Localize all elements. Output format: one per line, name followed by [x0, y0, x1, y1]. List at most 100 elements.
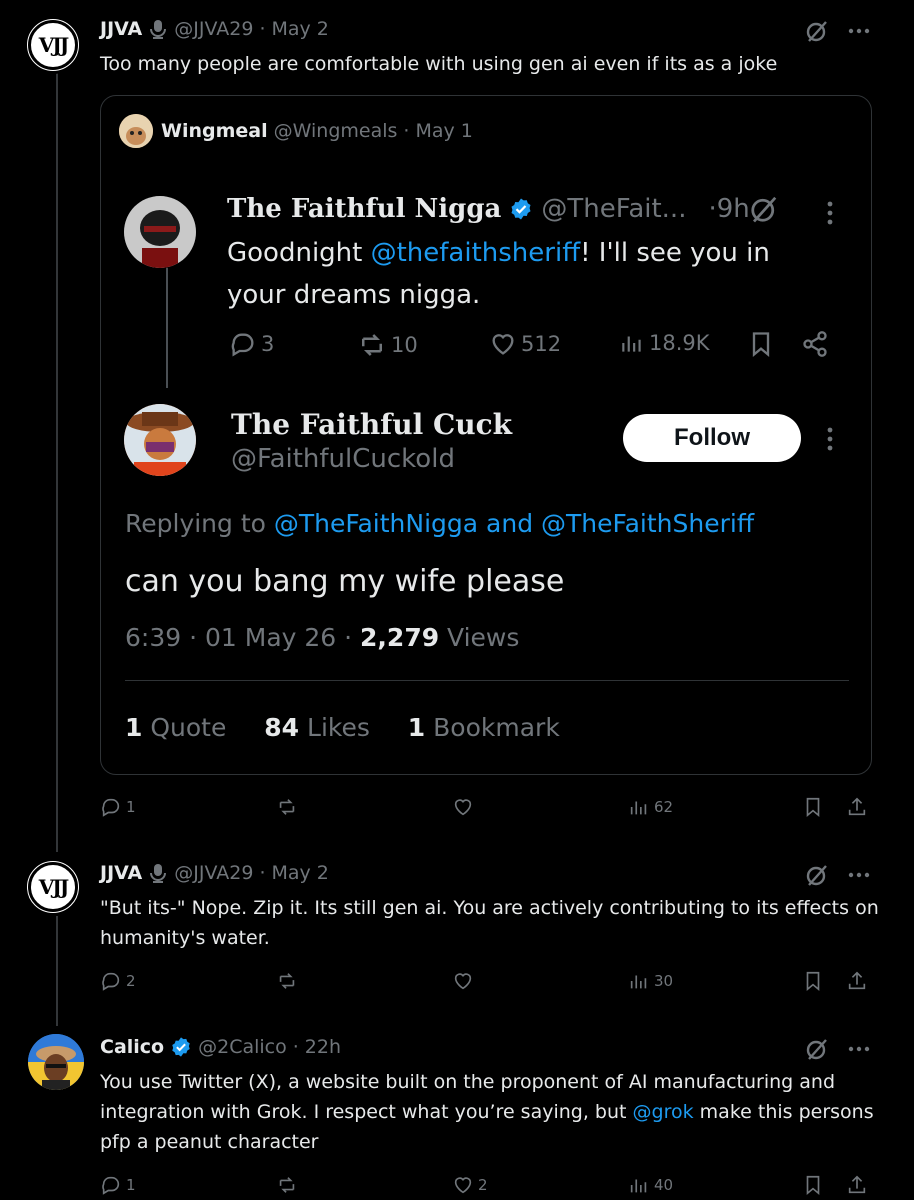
post-date[interactable]: May 2 [271, 18, 328, 40]
quoted-post-card[interactable]: Wingmeal @Wingmeals · May 1 The Faithful… [100, 95, 872, 775]
author-name: The Faithful Cuck [231, 408, 513, 441]
avatar [124, 196, 196, 268]
separator-dot: · [292, 1036, 299, 1058]
avatar-logo: VJJ [28, 20, 78, 70]
repost-button[interactable] [276, 796, 298, 818]
reply-post-handle-row: @FaithfulCuckold [231, 444, 455, 474]
grok-icon[interactable] [802, 16, 832, 46]
avatar[interactable]: VJJ [24, 858, 82, 916]
grok-icon[interactable] [802, 860, 832, 890]
more-vertical-icon [819, 196, 841, 230]
reply-icon [231, 333, 254, 357]
views-button[interactable]: 30 [628, 970, 673, 992]
avatar [119, 114, 153, 148]
mention-link[interactable]: @grok [633, 1101, 694, 1123]
author-handle: @TheFait... [541, 194, 687, 224]
action-bar: 1 62 [100, 796, 880, 826]
action-bar: 2 30 [100, 970, 880, 1000]
repost-button[interactable] [276, 1174, 298, 1196]
quote-header: Wingmeal @Wingmeals · May 1 [161, 120, 473, 142]
post-time: ·9h [708, 194, 750, 224]
reply-icon [102, 1176, 120, 1195]
reply-icon [102, 798, 120, 817]
like-button[interactable] [452, 796, 474, 818]
bookmark-icon [806, 1175, 820, 1196]
author-name[interactable]: Calico [100, 1036, 164, 1058]
post-header: Calico @2Calico · 22h [100, 1036, 341, 1058]
thread-line [56, 72, 58, 852]
author-handle[interactable]: @2Calico [198, 1036, 287, 1058]
post-text: "But its-" Nope. Zip it. Its still gen a… [100, 897, 879, 949]
heart-icon [454, 1177, 472, 1194]
author-handle: @FaithfulCuckold [231, 444, 455, 474]
mention-link: @TheFaithNigga [273, 509, 479, 538]
divider [125, 680, 849, 681]
separator-dot: · [403, 120, 410, 142]
repost-button[interactable] [276, 970, 298, 992]
share-icon [803, 331, 827, 357]
views-action: 18.9K [619, 330, 710, 356]
repost-action: 10 [357, 330, 418, 360]
grok-icon[interactable] [802, 1034, 832, 1064]
inner-post-text: Goodnight @thefaithsheriff! I'll see you… [227, 232, 827, 316]
views-count: 2,279 [360, 623, 440, 652]
bookmark-icon [806, 971, 820, 992]
author-name[interactable]: Wingmeal [161, 120, 268, 142]
action-bar: 1 2 40 [100, 1174, 880, 1200]
like-button[interactable] [452, 970, 474, 992]
views-button[interactable]: 40 [628, 1174, 673, 1196]
reply-button[interactable]: 1 [100, 1174, 136, 1196]
more-icon[interactable] [844, 860, 874, 890]
thread-line [56, 916, 58, 1026]
share-button[interactable] [846, 1174, 868, 1196]
post-date[interactable]: May 1 [415, 120, 472, 142]
bookmark-button[interactable] [802, 970, 824, 992]
author-name: The Faithful Nigga [227, 194, 502, 224]
reply-post-header: The Faithful Cuck [231, 408, 512, 441]
follow-button: Follow [623, 414, 801, 462]
share-action [801, 330, 829, 358]
bookmark-button[interactable] [802, 796, 824, 818]
author-name[interactable]: JJVA [100, 18, 142, 40]
reply-button[interactable]: 1 [100, 796, 136, 818]
author-name[interactable]: JJVA [100, 862, 142, 884]
share-icon [848, 797, 866, 816]
text-before: Goodnight [227, 238, 371, 268]
microphone-icon [148, 863, 168, 883]
post-text: You use Twitter (X), a website built on … [100, 1071, 874, 1153]
reply-post-stats: 1 Quote 84 Likes 1 Bookmark [125, 713, 560, 742]
share-button[interactable] [846, 970, 868, 992]
more-icon[interactable] [844, 1034, 874, 1064]
views-button[interactable]: 62 [628, 796, 673, 818]
post-date[interactable]: May 2 [271, 862, 328, 884]
post-date[interactable]: 22h [305, 1036, 341, 1058]
inner-post-header: The Faithful Nigga @TheFait... ·9h [227, 194, 750, 224]
share-button[interactable] [846, 796, 868, 818]
views-icon [630, 975, 647, 989]
more-icon[interactable] [844, 16, 874, 46]
share-icon [848, 971, 866, 990]
repost-icon [362, 334, 382, 356]
like-button[interactable]: 2 [452, 1174, 488, 1196]
mention-link: @thefaithsheriff [370, 238, 581, 268]
author-handle[interactable]: @Wingmeals [274, 120, 398, 142]
heart-icon [454, 973, 472, 990]
share-icon [848, 1175, 866, 1194]
avatar[interactable] [28, 1034, 84, 1090]
mention-link: @TheFaithSheriff [541, 509, 755, 538]
repost-icon [279, 799, 295, 815]
post-text: Too many people are comfortable with usi… [100, 53, 778, 75]
avatar [124, 404, 196, 476]
reply-button[interactable]: 2 [100, 970, 136, 992]
bookmark-button[interactable] [802, 1174, 824, 1196]
author-handle[interactable]: @JJVA29 [174, 18, 253, 40]
views-icon [630, 801, 647, 815]
post-header: JJVA @JJVA29 · May 2 [100, 18, 329, 40]
repost-icon [279, 973, 295, 989]
heart-icon [492, 334, 514, 355]
views-icon [630, 1179, 647, 1193]
author-handle[interactable]: @JJVA29 [174, 862, 253, 884]
verified-badge-icon [509, 197, 533, 221]
avatar[interactable]: VJJ [24, 16, 82, 74]
bookmark-icon [752, 332, 770, 357]
